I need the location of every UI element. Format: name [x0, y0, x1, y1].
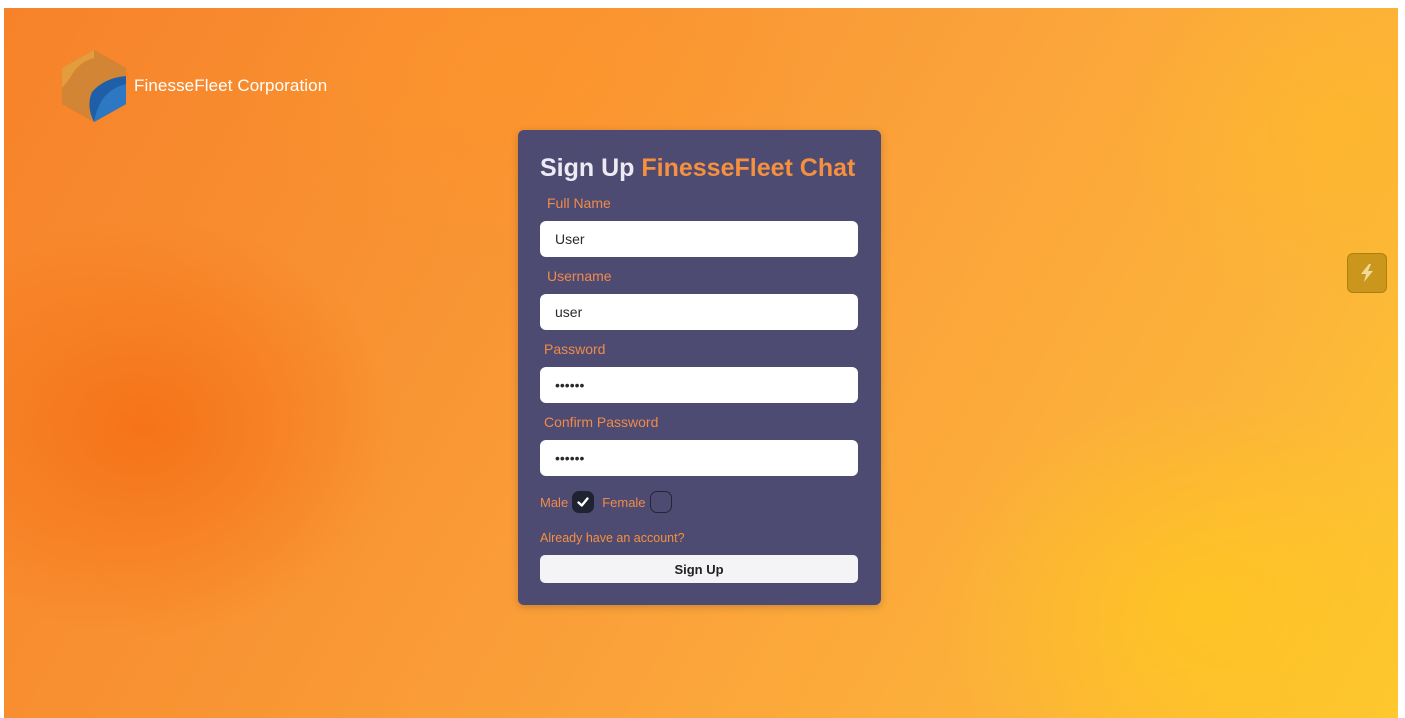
- full-name-input[interactable]: [540, 221, 858, 257]
- signup-card: Sign Up FinesseFleet Chat Full Name User…: [518, 130, 881, 605]
- male-checkbox[interactable]: [572, 491, 595, 513]
- lightning-bolt-icon: [1361, 264, 1373, 282]
- confirm-password-label: Confirm Password: [544, 414, 659, 430]
- login-link[interactable]: Already have an account?: [540, 531, 685, 545]
- username-input[interactable]: [540, 294, 858, 330]
- password-input[interactable]: [540, 367, 858, 403]
- company-logo: FinesseFleet Corporation: [60, 48, 327, 124]
- gender-selector: Male Female: [540, 491, 680, 513]
- full-name-label: Full Name: [547, 195, 611, 211]
- checkmark-icon: [577, 497, 589, 507]
- form-title-lead: Sign Up: [540, 154, 635, 182]
- page-background: FinesseFleet Corporation Sign Up Finesse…: [4, 8, 1398, 718]
- form-title-brand: FinesseFleet Chat: [641, 154, 856, 182]
- form-title: Sign Up FinesseFleet Chat: [540, 154, 855, 183]
- female-label: Female: [602, 494, 646, 510]
- username-label: Username: [547, 268, 612, 284]
- company-name: FinesseFleet Corporation: [134, 76, 328, 95]
- male-label: Male: [540, 494, 569, 510]
- sign-up-button[interactable]: Sign Up: [540, 555, 858, 583]
- cube-logo-icon: [62, 50, 126, 122]
- confirm-password-input[interactable]: [540, 440, 858, 476]
- password-label: Password: [544, 341, 606, 357]
- side-widget-button[interactable]: [1347, 253, 1387, 293]
- female-checkbox[interactable]: [649, 491, 672, 513]
